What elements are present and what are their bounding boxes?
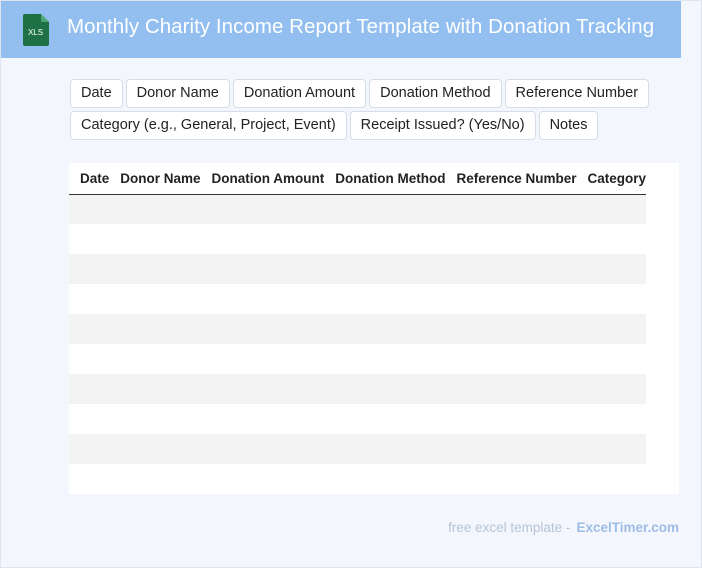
field-chip-reference-number: Reference Number	[504, 79, 650, 108]
footer-lead-text: free excel template -	[448, 520, 571, 535]
table-cell[interactable]	[324, 374, 446, 404]
table-cell[interactable]	[445, 254, 577, 284]
table-cell[interactable]	[445, 434, 577, 464]
table-cell[interactable]	[576, 224, 647, 254]
table-cell[interactable]	[200, 254, 325, 284]
table-header-row: Date Donor Name Donation Amount Donation…	[69, 163, 647, 195]
column-header-donation-method: Donation Method	[324, 163, 446, 195]
table-cell[interactable]	[324, 254, 446, 284]
field-chip-donation-amount: Donation Amount	[232, 79, 367, 108]
table-cell[interactable]	[69, 404, 110, 434]
table-cell[interactable]	[109, 224, 201, 254]
table-cell[interactable]	[324, 194, 446, 224]
table-cell[interactable]	[69, 194, 110, 224]
xls-file-icon: XLS	[23, 14, 49, 46]
table-cell[interactable]	[445, 374, 577, 404]
table-cell[interactable]	[200, 374, 325, 404]
table-cell[interactable]	[576, 314, 647, 344]
field-chip-notes: Notes	[538, 111, 599, 140]
table-cell[interactable]	[576, 404, 647, 434]
table-cell[interactable]	[69, 284, 110, 314]
table-cell[interactable]	[109, 284, 201, 314]
table-row	[69, 404, 647, 434]
table-cell[interactable]	[324, 434, 446, 464]
table-cell[interactable]	[200, 284, 325, 314]
table-cell[interactable]	[200, 404, 325, 434]
table-cell[interactable]	[576, 464, 647, 494]
page-frame: XLS Monthly Charity Income Report Templa…	[0, 0, 702, 568]
field-chip-donation-method: Donation Method	[369, 79, 502, 108]
field-chip-category: Category (e.g., General, Project, Event)	[70, 111, 347, 140]
table-cell[interactable]	[69, 224, 110, 254]
table-row	[69, 224, 647, 254]
field-chip-list: Date Donor Name Donation Amount Donation…	[70, 79, 690, 140]
table-cell[interactable]	[69, 374, 110, 404]
table-cell[interactable]	[200, 464, 325, 494]
table-cell[interactable]	[69, 314, 110, 344]
table-cell[interactable]	[445, 224, 577, 254]
table-cell[interactable]	[109, 344, 201, 374]
page-title: Monthly Charity Income Report Template w…	[67, 15, 655, 38]
field-chip-date: Date	[70, 79, 123, 108]
table-cell[interactable]	[324, 464, 446, 494]
column-header-donor-name: Donor Name	[109, 163, 201, 195]
table-cell[interactable]	[109, 374, 201, 404]
table-cell[interactable]	[576, 374, 647, 404]
table-cell[interactable]	[69, 254, 110, 284]
table-cell[interactable]	[69, 434, 110, 464]
title-banner: XLS Monthly Charity Income Report Templa…	[1, 1, 681, 58]
table-cell[interactable]	[576, 284, 647, 314]
table-row	[69, 194, 647, 224]
table-cell[interactable]	[324, 284, 446, 314]
column-header-reference-number: Reference Number	[445, 163, 577, 195]
table-cell[interactable]	[109, 314, 201, 344]
column-header-date: Date	[69, 163, 110, 195]
table-cell[interactable]	[200, 344, 325, 374]
column-header-category: Category	[576, 163, 647, 195]
table-cell[interactable]	[324, 224, 446, 254]
field-chip-receipt-issued: Receipt Issued? (Yes/No)	[349, 111, 536, 140]
table-cell[interactable]	[69, 464, 110, 494]
table-cell[interactable]	[324, 404, 446, 434]
field-chip-donor-name: Donor Name	[125, 79, 230, 108]
table-row	[69, 314, 647, 344]
column-header-donation-amount: Donation Amount	[200, 163, 325, 195]
table-cell[interactable]	[109, 464, 201, 494]
table-row	[69, 284, 647, 314]
table-body	[69, 194, 647, 494]
table-cell[interactable]	[69, 344, 110, 374]
table-cell[interactable]	[324, 314, 446, 344]
table-row	[69, 344, 647, 374]
table-cell[interactable]	[200, 224, 325, 254]
table-cell[interactable]	[109, 434, 201, 464]
table-cell[interactable]	[576, 344, 647, 374]
table-cell[interactable]	[445, 404, 577, 434]
table-row	[69, 464, 647, 494]
table-cell[interactable]	[576, 434, 647, 464]
table-cell[interactable]	[200, 314, 325, 344]
table-cell[interactable]	[445, 284, 577, 314]
footer-credit: free excel template - ExcelTimer.com	[448, 520, 679, 535]
preview-table: Date Donor Name Donation Amount Donation…	[69, 163, 647, 494]
table-cell[interactable]	[109, 404, 201, 434]
table-cell[interactable]	[576, 254, 647, 284]
table-cell[interactable]	[324, 344, 446, 374]
table-cell[interactable]	[576, 194, 647, 224]
table-row	[69, 254, 647, 284]
table-cell[interactable]	[445, 464, 577, 494]
table-row	[69, 434, 647, 464]
table-cell[interactable]	[109, 194, 201, 224]
table-cell[interactable]	[200, 194, 325, 224]
table-cell[interactable]	[200, 434, 325, 464]
table-cell[interactable]	[445, 344, 577, 374]
footer-brand-link[interactable]: ExcelTimer.com	[576, 520, 679, 535]
table-cell[interactable]	[109, 254, 201, 284]
table-row	[69, 374, 647, 404]
table-cell[interactable]	[445, 194, 577, 224]
preview-table-container: Date Donor Name Donation Amount Donation…	[69, 163, 679, 494]
xls-icon-label: XLS	[28, 28, 43, 37]
table-cell[interactable]	[445, 314, 577, 344]
